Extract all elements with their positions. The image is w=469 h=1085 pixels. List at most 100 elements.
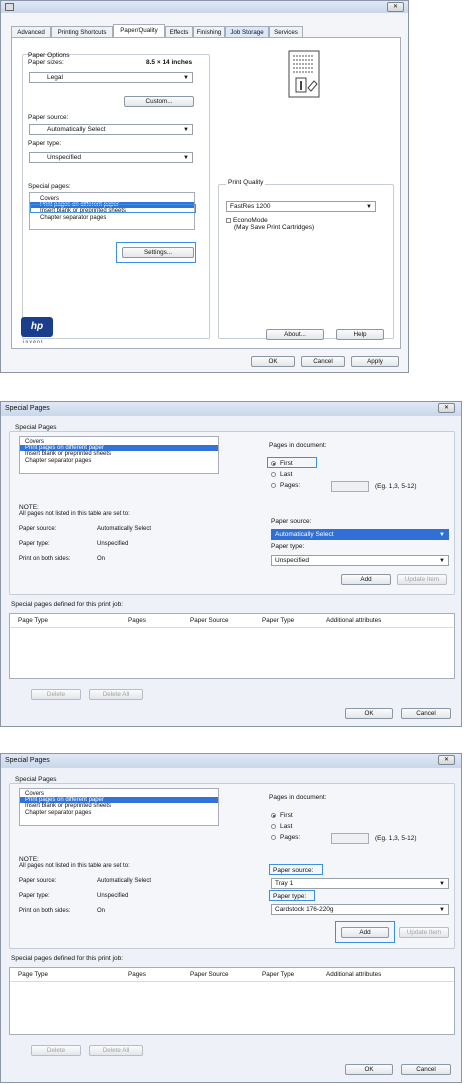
default-paper-type-value: Unspecified	[97, 893, 129, 899]
help-button[interactable]: Help	[336, 329, 384, 340]
default-paper-source-label: Paper source:	[19, 526, 57, 532]
tab-job-storage[interactable]: Job Storage	[225, 26, 269, 37]
highlight-outline	[267, 457, 317, 468]
highlight-outline	[335, 921, 395, 943]
radio-last-label: Last	[280, 471, 293, 478]
custom-button[interactable]: Custom...	[124, 96, 194, 107]
special-pages-list[interactable]: Covers Print pages on different paper In…	[19, 788, 219, 826]
chevron-down-icon: ▼	[183, 75, 189, 81]
cancel-button[interactable]: Cancel	[301, 356, 345, 367]
chevron-down-icon: ▼	[439, 881, 445, 887]
cancel-button[interactable]: Cancel	[401, 708, 451, 719]
column-header-pages[interactable]: Pages	[128, 617, 146, 624]
paper-size-dimensions: 8.5 × 14 inches	[146, 59, 193, 66]
dialog-title: Special Pages	[5, 757, 50, 764]
default-paper-type-label: Paper type:	[19, 541, 50, 547]
list-item[interactable]: Chapter separator pages	[20, 810, 218, 816]
tab-advanced[interactable]: Advanced	[11, 26, 51, 37]
print-both-sides-label: Print on both sides:	[19, 556, 71, 562]
radio-last[interactable]	[271, 472, 276, 477]
paper-type-select[interactable]: Unspecified ▼	[29, 152, 193, 163]
radio-first[interactable]	[271, 813, 276, 818]
delete-all-button[interactable]: Delete All	[89, 689, 143, 700]
list-item[interactable]: Chapter separator pages	[30, 215, 194, 221]
update-item-button[interactable]: Update Item	[397, 574, 447, 585]
highlight-outline	[269, 864, 323, 875]
pages-input[interactable]	[331, 833, 369, 844]
list-item[interactable]: Chapter separator pages	[20, 458, 218, 464]
delete-button[interactable]: Delete	[31, 689, 81, 700]
pages-example: (Eg. 1,3, 5-12)	[375, 835, 417, 842]
radio-pages[interactable]	[271, 835, 276, 840]
cancel-button[interactable]: Cancel	[401, 1064, 451, 1075]
ok-button[interactable]: OK	[345, 1064, 393, 1075]
ok-button[interactable]: OK	[251, 356, 295, 367]
column-header-paper-source[interactable]: Paper Source	[190, 617, 229, 624]
paper-size-select[interactable]: Legal ▼	[29, 72, 193, 83]
paper-type-label: Paper type:	[28, 140, 62, 147]
apply-button[interactable]: Apply	[351, 356, 399, 367]
paper-source-label: Paper source:	[28, 114, 69, 121]
close-button[interactable]: ✕	[387, 2, 404, 12]
economode-checkbox[interactable]	[226, 218, 231, 223]
special-pages-list[interactable]: Covers Print pages on different paper In…	[19, 436, 219, 474]
ok-button[interactable]: OK	[345, 708, 393, 719]
highlight-outline	[116, 242, 196, 263]
economode-label: EconoMode	[233, 217, 268, 224]
note-title: NOTE:	[19, 504, 39, 511]
add-button[interactable]: Add	[341, 574, 391, 585]
tab-effects[interactable]: Effects	[165, 26, 193, 37]
column-header-paper-type[interactable]: Paper Type	[262, 617, 294, 624]
paper-source-label: Paper source:	[271, 518, 312, 525]
chevron-down-icon: ▼	[439, 558, 445, 564]
economode-sublabel: (May Save Print Cartridges)	[234, 224, 315, 231]
paper-type-select[interactable]: Cardstock 176-220g ▼	[271, 904, 449, 915]
column-header-page-type[interactable]: Page Type	[18, 971, 48, 978]
table-header-divider	[10, 627, 454, 628]
radio-pages[interactable]	[271, 483, 276, 488]
column-header-additional-attributes[interactable]: Additional attributes	[326, 971, 381, 978]
special-pages-table[interactable]: Page Type Pages Paper Source Paper Type …	[9, 967, 455, 1035]
special-pages-label: Special pages:	[28, 183, 71, 190]
column-header-page-type[interactable]: Page Type	[18, 617, 48, 624]
special-pages-dialog-1: Special Pages ✕ Special Pages Covers Pri…	[0, 401, 462, 727]
delete-all-button[interactable]: Delete All	[89, 1045, 143, 1056]
default-paper-source-value: Automatically Select	[97, 526, 152, 532]
printer-properties-window: ✕ Advanced Printing Shortcuts Paper/Qual…	[0, 0, 409, 373]
paper-sizes-label: Paper sizes:	[28, 59, 64, 66]
title-bar: Special Pages ✕	[1, 754, 461, 768]
document-preview-icon	[288, 50, 324, 102]
update-item-button[interactable]: Update Item	[399, 927, 449, 938]
close-button[interactable]: ✕	[438, 403, 455, 413]
print-quality-select[interactable]: FastRes 1200 ▼	[226, 201, 376, 212]
tab-services[interactable]: Services	[269, 26, 303, 37]
column-header-paper-type[interactable]: Paper Type	[262, 971, 294, 978]
column-header-pages[interactable]: Pages	[128, 971, 146, 978]
tab-paper-quality[interactable]: Paper/Quality	[113, 24, 165, 37]
paper-source-select[interactable]: Automatically Select ▼	[29, 124, 193, 135]
radio-first-label: First	[280, 812, 293, 819]
pages-input[interactable]	[331, 481, 369, 492]
print-both-sides-value: On	[97, 908, 106, 914]
hp-logo: hp	[21, 317, 53, 337]
close-button[interactable]: ✕	[438, 755, 455, 765]
printer-icon	[5, 3, 14, 11]
column-header-paper-source[interactable]: Paper Source	[190, 971, 229, 978]
paper-source-select[interactable]: Tray 1 ▼	[271, 878, 449, 889]
radio-last-label: Last	[280, 823, 293, 830]
paper-type-select[interactable]: Unspecified ▼	[271, 555, 449, 566]
delete-button[interactable]: Delete	[31, 1045, 81, 1056]
paper-source-select[interactable]: Automatically Select ▼	[271, 529, 449, 540]
tab-finishing[interactable]: Finishing	[193, 26, 225, 37]
pages-in-document-label: Pages in document:	[269, 442, 327, 449]
hp-logo-tagline: invent	[23, 339, 45, 344]
column-header-additional-attributes[interactable]: Additional attributes	[326, 617, 381, 624]
tab-printing-shortcuts[interactable]: Printing Shortcuts	[51, 26, 113, 37]
about-button[interactable]: About...	[266, 329, 324, 340]
note-title: NOTE:	[19, 856, 39, 863]
chevron-down-icon: ▼	[439, 532, 445, 538]
default-paper-source-label: Paper source:	[19, 878, 57, 884]
special-pages-table[interactable]: Page Type Pages Paper Source Paper Type …	[9, 613, 455, 679]
radio-last[interactable]	[271, 824, 276, 829]
print-quality-title: Print Quality	[226, 179, 266, 186]
